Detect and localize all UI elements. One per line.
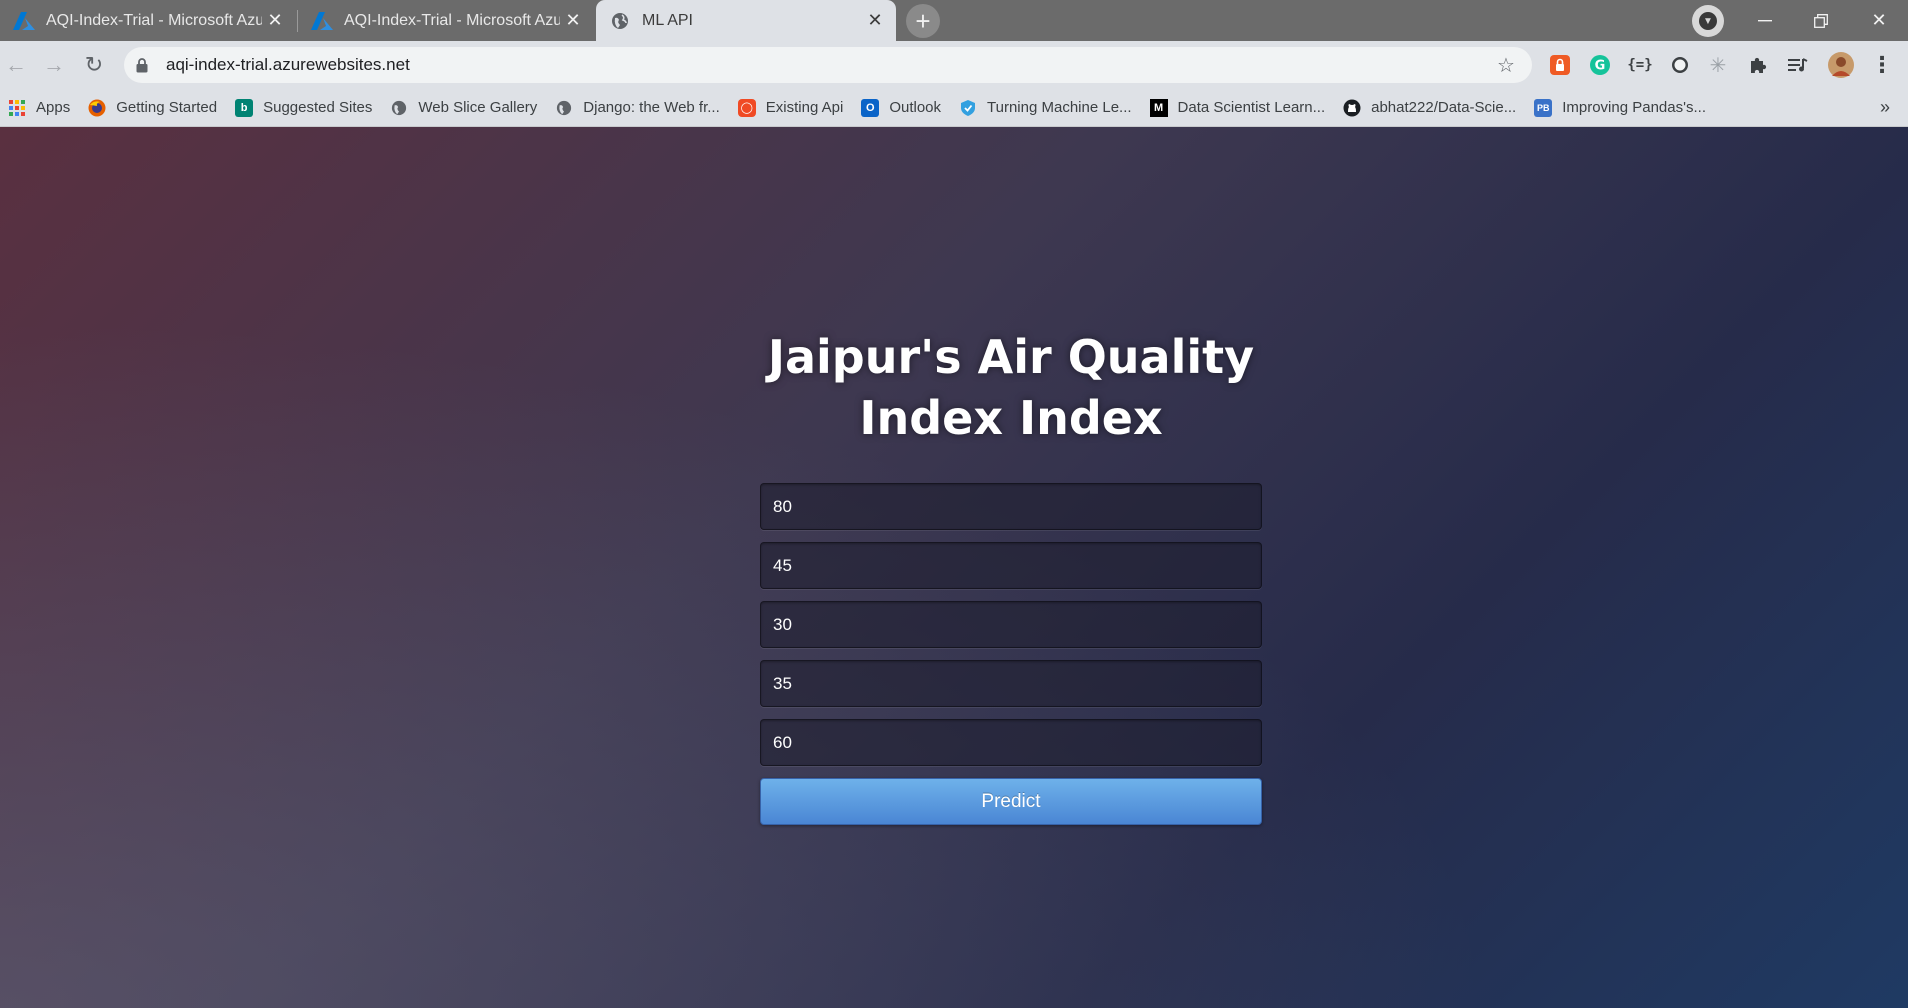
page-title-line-1: Jaipur's Air Quality bbox=[767, 330, 1255, 384]
input-field-4[interactable] bbox=[760, 660, 1262, 707]
input-field-3[interactable] bbox=[760, 601, 1262, 648]
close-window-button[interactable]: ✕ bbox=[1851, 0, 1907, 41]
globe-icon bbox=[608, 9, 632, 33]
bookmark-label: Turning Machine Le... bbox=[987, 99, 1132, 116]
tab-title: AQI-Index-Trial - Microsoft Azure bbox=[344, 11, 560, 29]
bookmark-github[interactable]: abhat222/Data-Scie... bbox=[1343, 99, 1516, 117]
bookmark-label: abhat222/Data-Scie... bbox=[1371, 99, 1517, 116]
lock-icon bbox=[136, 57, 152, 73]
extensions-puzzle-icon[interactable] bbox=[1746, 53, 1770, 77]
page-title-line-2: Index Index bbox=[859, 391, 1163, 445]
tab-title: AQI-Index-Trial - Microsoft Azure bbox=[46, 11, 262, 29]
api-icon: ◯ bbox=[737, 98, 756, 117]
input-field-1[interactable] bbox=[760, 483, 1262, 530]
sparkle-icon[interactable]: ✳ bbox=[1706, 53, 1730, 77]
bookmark-django[interactable]: Django: the Web fr... bbox=[555, 99, 720, 117]
apps-grid-icon bbox=[8, 99, 26, 117]
bookmark-label: Suggested Sites bbox=[263, 99, 373, 116]
page-title: Jaipur's Air Quality Index Index bbox=[760, 327, 1262, 449]
firefox-icon bbox=[88, 99, 106, 117]
input-field-2[interactable] bbox=[760, 542, 1262, 589]
bookmark-label: Web Slice Gallery bbox=[418, 99, 538, 116]
dark-mode-icon[interactable] bbox=[1668, 53, 1692, 77]
menu-kebab-icon[interactable]: ⋮ bbox=[1870, 52, 1894, 77]
input-field-5[interactable] bbox=[760, 719, 1262, 766]
azure-icon bbox=[310, 9, 334, 33]
bookmark-suggested-sites[interactable]: b Suggested Sites bbox=[235, 98, 373, 117]
tab-strip: AQI-Index-Trial - Microsoft Azure ✕ AQI-… bbox=[0, 0, 1908, 41]
bookmark-label: Django: the Web fr... bbox=[583, 99, 720, 116]
bookmark-outlook[interactable]: O Outlook bbox=[861, 98, 942, 117]
restore-button[interactable] bbox=[1793, 0, 1849, 41]
globe-icon bbox=[390, 99, 408, 117]
bookmark-existing-api[interactable]: ◯ Existing Api bbox=[737, 98, 844, 117]
bookmark-label: Data Scientist Learn... bbox=[1177, 99, 1326, 116]
github-icon bbox=[1343, 99, 1361, 117]
bookmark-web-slice-gallery[interactable]: Web Slice Gallery bbox=[390, 99, 537, 117]
bookmark-label: Existing Api bbox=[765, 99, 844, 116]
close-icon[interactable]: ✕ bbox=[862, 8, 888, 34]
svg-text:G: G bbox=[1595, 59, 1606, 74]
tab-aqi-1[interactable]: AQI-Index-Trial - Microsoft Azure ✕ bbox=[0, 0, 296, 41]
address-bar[interactable]: aqi-index-trial.azurewebsites.net ☆ bbox=[124, 47, 1532, 83]
bookmark-star-icon[interactable]: ☆ bbox=[1492, 53, 1520, 78]
forward-button[interactable]: → bbox=[38, 49, 70, 81]
shield-icon bbox=[959, 99, 977, 117]
bookmark-improving-pandas[interactable]: PB Improving Pandas's... bbox=[1534, 98, 1706, 117]
bookmark-label: Outlook bbox=[889, 99, 942, 116]
close-icon[interactable]: ✕ bbox=[262, 8, 288, 34]
chevron-down-icon: ▼ bbox=[1699, 12, 1717, 30]
bookmark-label: Improving Pandas's... bbox=[1562, 99, 1706, 116]
avatar[interactable] bbox=[1828, 52, 1854, 78]
page-viewport: Jaipur's Air Quality Index Index Predict bbox=[0, 127, 1908, 1008]
new-tab-button[interactable]: + bbox=[906, 4, 940, 38]
browser-toolbar: ← → ↻ aqi-index-trial.azurewebsites.net … bbox=[0, 41, 1908, 89]
bing-icon: b bbox=[235, 98, 254, 117]
prediction-form: Jaipur's Air Quality Index Index Predict bbox=[760, 327, 1262, 825]
tab-ml-api[interactable]: ML API ✕ bbox=[596, 0, 896, 41]
grammarly-icon[interactable]: G bbox=[1588, 53, 1612, 77]
pb-icon: PB bbox=[1534, 98, 1553, 117]
extension-red-icon[interactable] bbox=[1548, 53, 1572, 77]
back-button[interactable]: ← bbox=[0, 49, 32, 81]
tab-title: ML API bbox=[642, 11, 693, 29]
bookmark-label: Getting Started bbox=[116, 99, 218, 116]
outlook-icon: O bbox=[861, 98, 880, 117]
url-text: aqi-index-trial.azurewebsites.net bbox=[166, 55, 410, 74]
bookmark-getting-started[interactable]: Getting Started bbox=[88, 99, 217, 117]
bookmark-label: Apps bbox=[36, 99, 71, 116]
media-control-icon[interactable] bbox=[1786, 53, 1810, 77]
tab-aqi-2[interactable]: AQI-Index-Trial - Microsoft Azure ✕ bbox=[298, 0, 594, 41]
predict-button[interactable]: Predict bbox=[760, 778, 1262, 825]
tab-search-button[interactable]: ▼ bbox=[1692, 5, 1724, 37]
reload-button[interactable]: ↻ bbox=[78, 49, 110, 81]
json-formatter-icon[interactable]: {=} bbox=[1627, 53, 1652, 77]
globe-icon bbox=[555, 99, 573, 117]
bookmark-apps[interactable]: Apps bbox=[8, 99, 70, 117]
close-icon[interactable]: ✕ bbox=[560, 8, 586, 34]
chevron-double-right-icon[interactable]: » bbox=[1880, 97, 1890, 118]
bookmark-turning-machine[interactable]: Turning Machine Le... bbox=[959, 99, 1132, 117]
medium-icon: M bbox=[1149, 98, 1168, 117]
azure-icon bbox=[12, 9, 36, 33]
bookmark-data-scientist[interactable]: M Data Scientist Learn... bbox=[1149, 98, 1326, 117]
bookmarks-bar: Apps Getting Started b Suggested Sites W… bbox=[0, 89, 1908, 127]
minimize-button[interactable] bbox=[1737, 0, 1793, 41]
